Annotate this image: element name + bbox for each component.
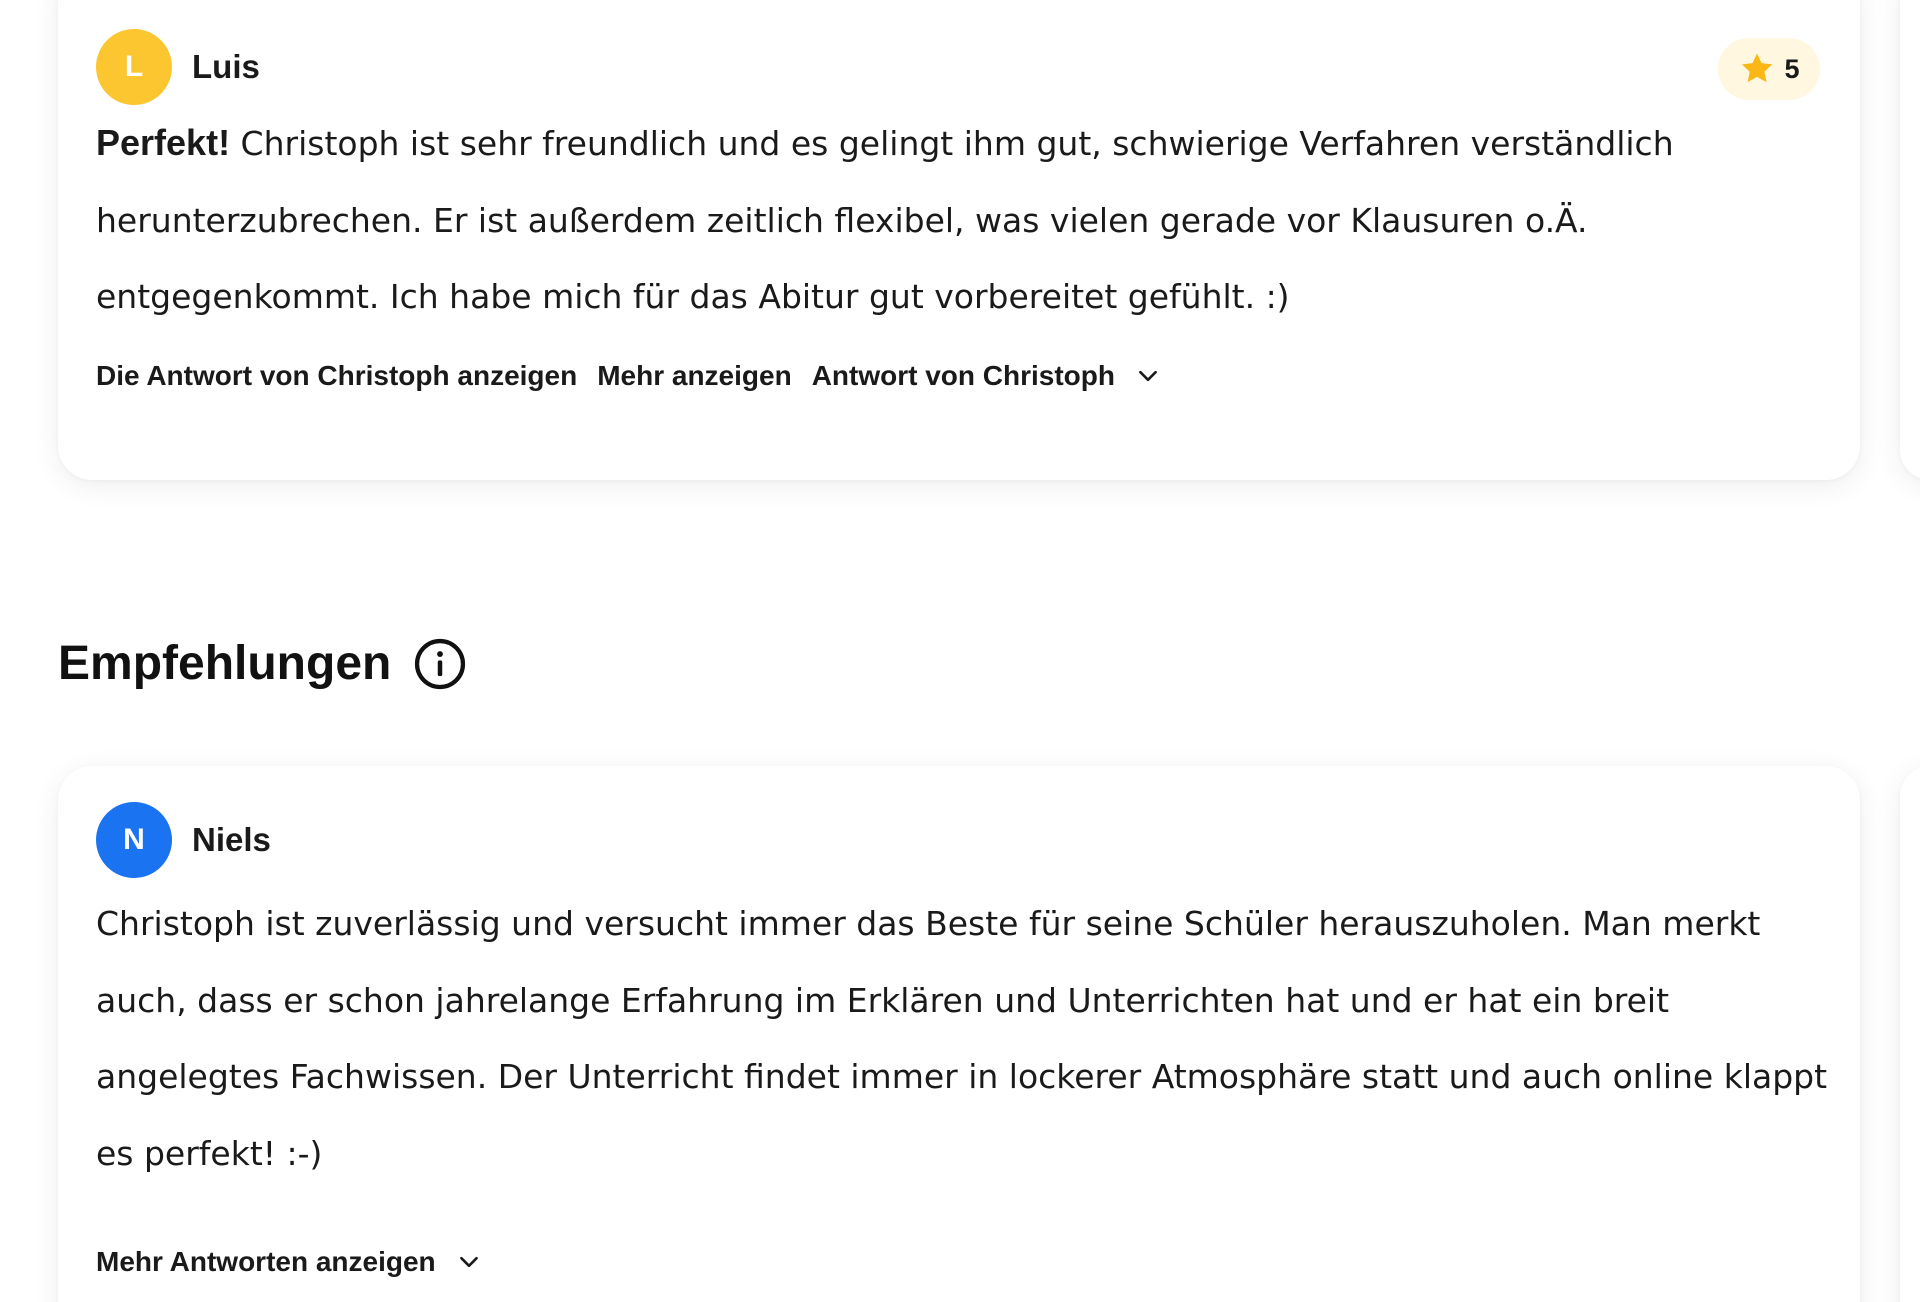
review-text-highlight: Perfekt! bbox=[96, 122, 231, 163]
rating-value: 5 bbox=[1784, 53, 1800, 84]
chevron-down-icon[interactable] bbox=[456, 1249, 482, 1275]
review-text: Perfekt! Christoph ist sehr freundlich u… bbox=[96, 105, 1836, 336]
star-icon bbox=[1742, 53, 1773, 83]
info-icon[interactable] bbox=[413, 637, 467, 691]
chevron-down-icon[interactable] bbox=[1135, 363, 1161, 389]
reviewer-name: Luis bbox=[192, 48, 260, 85]
reviewer-header: L Luis bbox=[96, 29, 260, 105]
next-card-peek[interactable] bbox=[1900, 0, 1920, 480]
page: L Luis 5 Perfekt! Christoph ist sehr fre… bbox=[0, 0, 1920, 1302]
review-actions: Mehr Antworten anzeigen bbox=[96, 1246, 482, 1278]
review-text: Christoph ist zuverlässig und versucht i… bbox=[96, 904, 1828, 1173]
avatar: L bbox=[96, 29, 172, 105]
review-card-luis: L Luis 5 Perfekt! Christoph ist sehr fre… bbox=[58, 0, 1860, 480]
reply-from-toggle[interactable]: Antwort von Christoph bbox=[812, 360, 1115, 392]
reviewer-name: Niels bbox=[192, 821, 271, 858]
next-card-peek[interactable] bbox=[1900, 766, 1920, 1302]
section-title: Empfehlungen bbox=[58, 637, 392, 690]
review-actions: Die Antwort von Christoph anzeigen Mehr … bbox=[96, 360, 1161, 392]
show-more-replies-toggle[interactable]: Mehr Antworten anzeigen bbox=[96, 1246, 436, 1278]
section-heading: Empfehlungen bbox=[58, 636, 467, 691]
show-reply-link[interactable]: Die Antwort von Christoph anzeigen bbox=[96, 360, 577, 392]
rating-badge: 5 bbox=[1718, 38, 1820, 100]
review-text-body: Christoph ist sehr freundlich und es gel… bbox=[96, 124, 1674, 316]
show-more-link[interactable]: Mehr anzeigen bbox=[597, 360, 791, 392]
avatar-initial: N bbox=[123, 823, 145, 856]
avatar: N bbox=[96, 802, 172, 878]
reviewer-header: N Niels bbox=[96, 802, 271, 878]
avatar-initial: L bbox=[124, 50, 144, 83]
review-card-niels: N Niels Christoph ist zuverlässig und ve… bbox=[58, 766, 1860, 1302]
